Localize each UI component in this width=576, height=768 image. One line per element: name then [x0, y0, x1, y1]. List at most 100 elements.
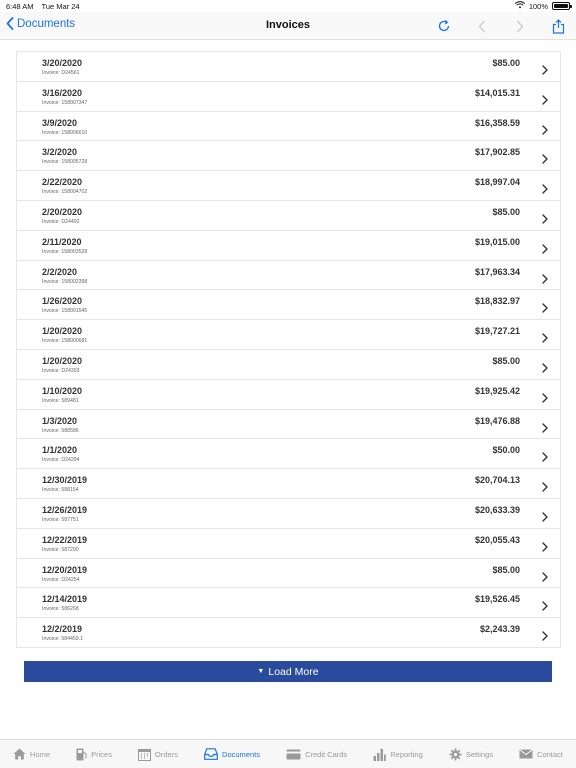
invoice-amount: $17,902.85 [474, 147, 520, 158]
invoice-amount: $14,015.31 [474, 87, 520, 98]
calendar-icon [138, 748, 152, 761]
invoice-row[interactable]: 12/30/2019 Invoice: 588154 $20,704.13 [17, 469, 560, 499]
invoice-row[interactable]: 2/20/2020 Invoice: D24492 $85.00 [17, 200, 560, 231]
chevron-right-icon [542, 211, 548, 229]
invoice-number: Invoice: 158006610 [42, 129, 88, 136]
gas-pump-icon [76, 748, 87, 761]
invoice-date: 12/30/2019 [42, 475, 88, 486]
invoice-row[interactable]: 3/9/2020 Invoice: 158006610 $16,358.59 [17, 111, 560, 142]
next-button[interactable] [510, 16, 530, 36]
invoice-number: Invoice: D24492 [42, 218, 80, 225]
tab-label: Contact [537, 749, 563, 759]
invoice-amount: $50.00 [492, 445, 520, 456]
invoice-row[interactable]: 1/26/2020 Invoice: 158001545 $18,832.97 [17, 290, 560, 321]
invoice-number: Invoice: 587290 [42, 546, 79, 553]
chevron-right-icon [542, 122, 548, 140]
invoice-number: Invoice: D24294 [42, 457, 80, 464]
chevron-right-icon [542, 420, 548, 438]
bar-chart-icon [373, 748, 387, 761]
tab-orders[interactable]: Orders [138, 748, 178, 761]
invoice-row[interactable]: 2/22/2020 Invoice: 158004702 $18,997.04 [17, 171, 560, 201]
tab-contact[interactable]: Contact [519, 749, 563, 759]
battery-icon [552, 2, 572, 10]
inbox-icon [204, 748, 218, 760]
invoice-amount: $85.00 [492, 355, 520, 366]
invoice-amount: $17,963.34 [474, 266, 520, 277]
invoice-amount: $20,704.13 [474, 475, 520, 486]
invoice-number: Invoice: 158002398 [42, 278, 88, 285]
invoice-list: 3/20/2020 Invoice: D24561 $85.00 3/16/20… [16, 51, 561, 648]
tab-label: Documents [222, 749, 260, 759]
tab-label: Home [30, 749, 51, 759]
invoice-amount: $18,997.04 [474, 177, 520, 188]
chevron-left-icon [478, 19, 486, 33]
tab-settings[interactable]: Settings [449, 748, 493, 761]
invoice-row[interactable]: 12/2/2019 Invoice: 584459.1 $2,243.39 [17, 618, 560, 648]
invoice-number: Invoice: 586268 [42, 606, 79, 613]
invoice-row[interactable]: 3/20/2020 Invoice: D24561 $85.00 [17, 52, 560, 82]
invoice-amount: $16,358.59 [474, 117, 520, 128]
tab-documents[interactable]: Documents [204, 748, 260, 760]
invoice-date: 2/2/2020 [42, 266, 78, 277]
invoice-date: 2/22/2020 [42, 177, 83, 188]
share-button[interactable] [548, 16, 568, 36]
invoice-date: 1/10/2020 [42, 385, 83, 396]
refresh-button[interactable] [434, 16, 454, 36]
invoice-row[interactable]: 12/26/2019 Invoice: 587751 $20,633.39 [17, 498, 560, 529]
invoice-amount: $85.00 [492, 206, 520, 217]
invoice-row[interactable]: 1/3/2020 Invoice: 588586 $19,476.88 [17, 409, 560, 440]
wifi-icon [514, 1, 525, 11]
invoice-date: 3/2/2020 [42, 147, 78, 158]
tab-prices[interactable]: Prices [76, 748, 112, 761]
tab-credit-cards[interactable]: Credit Cards [286, 749, 347, 760]
invoice-row[interactable]: 12/14/2019 Invoice: 586268 $19,526.45 [17, 588, 560, 619]
tab-bar: Home Prices Orders Documents Credit Card… [0, 739, 576, 768]
invoice-amount: $19,727.21 [474, 326, 520, 337]
chevron-right-icon [542, 509, 548, 527]
tab-label: Orders [155, 749, 178, 759]
invoice-amount: $85.00 [492, 564, 520, 575]
load-more-button[interactable]: ▼ Load More [24, 661, 552, 682]
invoice-number: Invoice: D24393 [42, 367, 80, 374]
invoice-date: 1/20/2020 [42, 355, 83, 366]
invoice-row[interactable]: 3/2/2020 Invoice: 158005728 $17,902.85 [17, 141, 560, 172]
invoice-row[interactable]: 1/1/2020 Invoice: D24294 $50.00 [17, 439, 560, 470]
invoice-number: Invoice: D24561 [42, 70, 80, 76]
invoice-amount: $19,526.45 [474, 594, 520, 605]
chevron-right-icon [542, 181, 548, 199]
chevron-right-icon [542, 598, 548, 616]
invoice-row[interactable]: 1/20/2020 Invoice: D24393 $85.00 [17, 349, 560, 380]
tab-label: Credit Cards [305, 749, 348, 759]
invoice-amount: $85.00 [492, 58, 520, 68]
invoice-row[interactable]: 1/10/2020 Invoice: 589481 $19,925.42 [17, 379, 560, 410]
invoice-row[interactable]: 2/2/2020 Invoice: 158002398 $17,963.34 [17, 260, 560, 291]
invoice-number: Invoice: 158005728 [42, 159, 88, 166]
tab-home[interactable]: Home [13, 748, 50, 760]
status-bar: 6:48 AM Tue Mar 24 100% [0, 0, 576, 12]
invoice-row[interactable]: 12/22/2019 Invoice: 587290 $20,055.43 [17, 528, 560, 559]
invoice-number: Invoice: 158004702 [42, 189, 88, 196]
invoice-number: Invoice: 589481 [42, 397, 79, 404]
chevron-right-icon [542, 628, 548, 646]
invoice-amount: $18,832.97 [474, 296, 520, 307]
previous-button[interactable] [472, 16, 492, 36]
envelope-icon [519, 749, 533, 759]
invoice-number: Invoice: 158000681 [42, 338, 88, 345]
status-time: 6:48 AM [6, 1, 34, 11]
invoice-date: 12/14/2019 [42, 594, 88, 605]
load-more-label: Load More [268, 665, 319, 678]
invoice-row[interactable]: 2/11/2020 Invoice: 158003528 $19,015.00 [17, 230, 560, 261]
chevron-right-icon [542, 151, 548, 169]
invoice-row[interactable]: 1/20/2020 Invoice: 158000681 $19,727.21 [17, 320, 560, 350]
invoice-row[interactable]: 3/16/2020 Invoice: 158007347 $14,015.31 [17, 81, 560, 112]
invoice-date: 1/3/2020 [42, 415, 78, 426]
chevron-right-icon [542, 449, 548, 467]
invoice-amount: $19,476.88 [474, 415, 520, 426]
invoice-number: Invoice: 158003528 [42, 248, 88, 255]
chevron-right-icon [516, 19, 524, 33]
invoice-amount: $20,633.39 [474, 504, 520, 515]
invoice-number: Invoice: D24254 [42, 576, 80, 583]
invoice-row[interactable]: 12/20/2019 Invoice: D24254 $85.00 [17, 558, 560, 589]
tab-reporting[interactable]: Reporting [373, 748, 423, 761]
invoice-date: 1/1/2020 [42, 445, 78, 456]
